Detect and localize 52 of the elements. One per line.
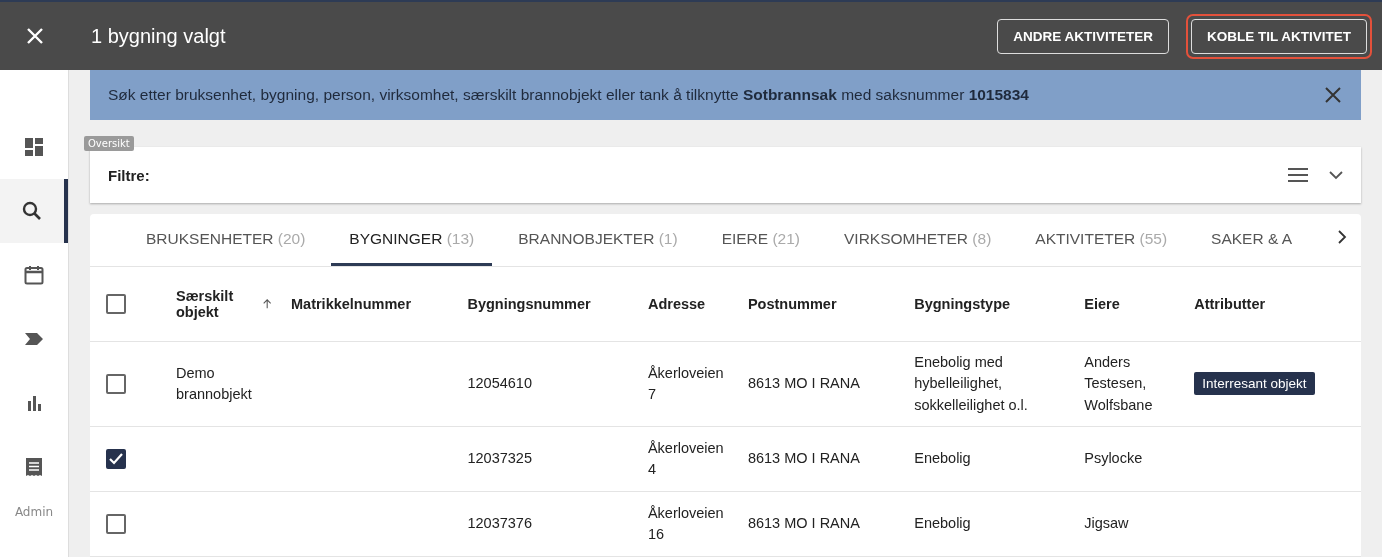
column-header[interactable]: Postnummer <box>747 296 837 312</box>
expand-button[interactable] <box>1329 170 1343 181</box>
table-cell: Åkerloveien 4 <box>647 440 724 477</box>
tab[interactable]: BRANNOBJEKTER (1) <box>500 214 696 266</box>
table-cell: Åkerloveien 16 <box>647 505 724 542</box>
attribute-tag: Interresant objekt <box>1194 372 1315 396</box>
checkbox[interactable] <box>106 294 126 314</box>
action-button[interactable]: ANDRE AKTIVITETER <box>997 18 1169 54</box>
tab[interactable]: AKTIVITETER (55) <box>1017 214 1186 266</box>
checkbox[interactable] <box>106 514 126 534</box>
table-cell: 8613 MO I RANA <box>747 375 860 392</box>
action-button[interactable]: KOBLE TIL AKTIVITET <box>1191 18 1367 54</box>
table-cell: 8613 MO I RANA <box>747 450 860 467</box>
sort-arrow-icon[interactable] <box>262 297 271 311</box>
scroll-right-button[interactable] <box>1337 230 1347 244</box>
column-header[interactable]: Bygningsnummer <box>467 296 591 312</box>
table-cell: 12054610 <box>467 375 532 392</box>
close-icon <box>25 27 44 45</box>
tab[interactable]: SAKER & A <box>1193 214 1311 266</box>
table-cell: Åkerloveien 7 <box>647 365 724 402</box>
sidebar-item[interactable] <box>0 179 68 243</box>
table-cell: Enebolig <box>914 450 971 467</box>
checkbox[interactable] <box>106 374 126 394</box>
table-cell: Anders Testesen, Wolfsbane <box>1084 354 1153 413</box>
filter-label: Filtre: <box>108 166 151 184</box>
tab[interactable]: BRUKSENHETER (20) <box>128 214 324 266</box>
tab[interactable]: EIERE (21) <box>703 214 819 266</box>
column-header[interactable]: Adresse <box>647 296 706 312</box>
table-cell: 12037325 <box>467 450 532 467</box>
tooltip: Oversikt <box>84 136 134 151</box>
checkbox[interactable] <box>106 449 126 469</box>
table-cell: Enebolig <box>914 515 971 532</box>
tab[interactable]: BYGNINGER (13) <box>331 214 493 266</box>
table-cell: 8613 MO I RANA <box>747 515 860 532</box>
close-button[interactable] <box>1325 87 1341 104</box>
table-cell: Enebolig med hybelleilighet, sokkelleilighet o.l. <box>914 354 1028 413</box>
menu-button[interactable] <box>1287 167 1309 184</box>
table-cell: Psylocke <box>1084 450 1143 467</box>
column-header[interactable]: Bygningstype <box>914 296 1011 312</box>
banner-text: Søk etter bruksenhet, bygning, person, virksomhet, særskilt brannobjekt eller tank å tilknytte Sotbrannsak med saksnummer 1015834 <box>108 86 1030 105</box>
column-header[interactable]: Særskilt objekt <box>176 288 249 320</box>
window-title: 1 bygning valgt <box>91 24 227 48</box>
column-header[interactable]: Attributter <box>1194 296 1266 312</box>
tab[interactable]: VIRKSOMHETER (8) <box>826 214 1010 266</box>
dashboard-icon <box>22 135 46 159</box>
admin-link[interactable]: Admin <box>14 505 54 519</box>
table-cell: Jigsaw <box>1084 515 1129 532</box>
column-header[interactable]: Eiere <box>1084 296 1120 312</box>
column-header[interactable]: Matrikkelnummer <box>291 296 412 312</box>
table-cell: 12037376 <box>467 515 532 532</box>
table-cell: Demo brannobjekt <box>176 365 252 402</box>
calendar-icon <box>22 263 46 287</box>
